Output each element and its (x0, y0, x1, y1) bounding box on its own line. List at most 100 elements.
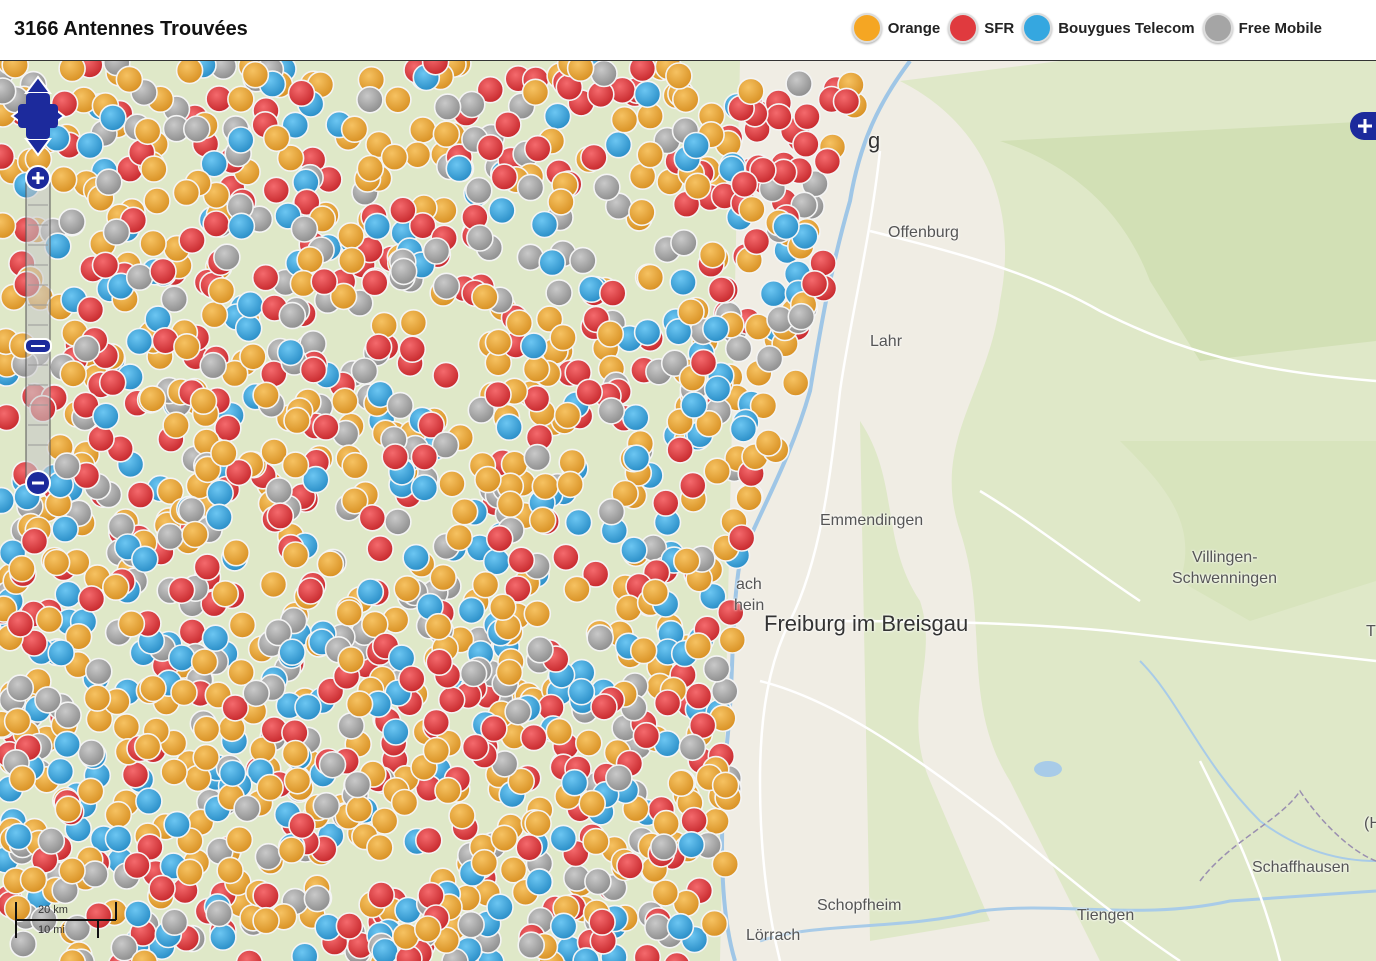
orange-antenna-marker[interactable] (496, 490, 525, 519)
orange-antenna-marker[interactable] (331, 387, 359, 416)
sfr-antenna-marker[interactable] (727, 524, 756, 552)
orange-antenna-marker[interactable] (227, 85, 255, 114)
orange-antenna-marker[interactable] (610, 105, 639, 134)
orange-antenna-marker[interactable] (49, 165, 78, 194)
orange-antenna-marker[interactable] (190, 648, 219, 676)
orange-antenna-marker[interactable] (384, 85, 412, 114)
sfr-antenna-marker[interactable] (588, 908, 616, 936)
free-antenna-marker[interactable] (605, 764, 633, 792)
orange-antenna-marker[interactable] (283, 766, 312, 795)
bouygues-antenna-marker[interactable] (759, 279, 788, 308)
free-antenna-marker[interactable] (233, 794, 261, 823)
bouygues-antenna-marker[interactable] (772, 212, 800, 241)
bouygues-antenna-marker[interactable] (234, 314, 263, 343)
free-antenna-marker[interactable] (755, 344, 784, 373)
bouygues-antenna-marker[interactable] (76, 131, 104, 160)
free-antenna-marker[interactable] (787, 302, 816, 331)
sfr-antenna-marker[interactable] (490, 163, 519, 191)
orange-antenna-marker[interactable] (429, 563, 458, 592)
sfr-antenna-marker[interactable] (689, 348, 718, 377)
sfr-antenna-marker[interactable] (358, 503, 387, 532)
free-antenna-marker[interactable] (457, 910, 485, 939)
orange-antenna-marker[interactable] (133, 732, 162, 761)
orange-antenna-marker[interactable] (698, 241, 727, 269)
bouygues-antenna-marker[interactable] (620, 536, 648, 564)
free-antenna-marker[interactable] (702, 655, 731, 683)
bouygues-antenna-marker[interactable] (402, 543, 430, 572)
orange-antenna-marker[interactable] (549, 323, 577, 352)
sfr-antenna-marker[interactable] (123, 851, 151, 880)
bouygues-antenna-marker[interactable] (729, 415, 758, 443)
sfr-antenna-marker[interactable] (149, 257, 177, 286)
sfr-antenna-marker[interactable] (515, 833, 544, 862)
orange-antenna-marker[interactable] (413, 915, 442, 943)
bouygues-antenna-marker[interactable] (131, 545, 159, 574)
free-antenna-marker[interactable] (422, 237, 451, 265)
bouygues-antenna-marker[interactable] (519, 332, 548, 360)
orange-antenna-marker[interactable] (216, 856, 244, 885)
sfr-antenna-marker[interactable] (167, 576, 196, 605)
sfr-antenna-marker[interactable] (299, 356, 328, 384)
bouygues-antenna-marker[interactable] (294, 693, 322, 722)
bouygues-antenna-marker[interactable] (538, 248, 567, 277)
bouygues-antenna-marker[interactable] (633, 80, 662, 109)
free-antenna-marker[interactable] (160, 908, 189, 937)
free-antenna-marker[interactable] (384, 508, 412, 536)
orange-antenna-marker[interactable] (172, 178, 201, 207)
orange-antenna-marker[interactable] (262, 124, 291, 153)
bouygues-antenna-marker[interactable] (633, 318, 662, 347)
orange-antenna-marker[interactable] (667, 769, 695, 798)
orange-antenna-marker[interactable] (672, 547, 701, 575)
free-antenna-marker[interactable] (254, 842, 283, 871)
orange-antenna-marker[interactable] (628, 198, 656, 227)
free-antenna-marker[interactable] (517, 931, 546, 960)
orange-antenna-marker[interactable] (115, 65, 144, 94)
orange-antenna-marker[interactable] (35, 605, 64, 634)
sfr-antenna-marker[interactable] (251, 263, 280, 292)
free-antenna-marker[interactable] (356, 85, 384, 114)
orange-antenna-marker[interactable] (42, 548, 71, 577)
free-antenna-marker[interactable] (459, 659, 488, 688)
orange-antenna-marker[interactable] (337, 645, 365, 674)
sfr-antenna-marker[interactable] (632, 721, 661, 750)
free-antenna-marker[interactable] (85, 657, 113, 686)
sfr-antenna-marker[interactable] (832, 87, 861, 116)
orange-antenna-marker[interactable] (59, 360, 87, 388)
bouygues-antenna-marker[interactable] (445, 154, 474, 183)
orange-antenna-marker[interactable] (563, 575, 591, 604)
orange-antenna-marker[interactable] (281, 541, 310, 569)
free-antenna-marker[interactable] (290, 215, 319, 243)
sfr-antenna-marker[interactable] (575, 378, 604, 407)
orange-antenna-marker[interactable] (277, 836, 306, 864)
orange-antenna-marker[interactable] (641, 578, 670, 607)
sfr-antenna-marker[interactable] (680, 806, 708, 835)
orange-antenna-marker[interactable] (138, 385, 167, 413)
bouygues-antenna-marker[interactable] (701, 315, 730, 343)
orange-antenna-marker[interactable] (173, 332, 201, 361)
sfr-antenna-marker[interactable] (678, 471, 707, 500)
free-antenna-marker[interactable] (53, 452, 81, 480)
orange-antenna-marker[interactable] (58, 856, 86, 885)
orange-antenna-marker[interactable] (399, 308, 428, 337)
sfr-antenna-marker[interactable] (288, 811, 316, 840)
orange-antenna-marker[interactable] (345, 690, 374, 718)
orange-antenna-marker[interactable] (207, 277, 236, 305)
orange-antenna-marker[interactable] (211, 579, 239, 608)
orange-antenna-marker[interactable] (189, 387, 218, 416)
free-antenna-marker[interactable] (584, 867, 612, 896)
orange-antenna-marker[interactable] (484, 328, 513, 357)
orange-antenna-marker[interactable] (356, 154, 385, 183)
bouygues-antenna-marker[interactable] (525, 868, 554, 896)
orange-antenna-marker[interactable] (474, 465, 502, 494)
orange-antenna-marker[interactable] (422, 736, 451, 765)
bouygues-antenna-marker[interactable] (291, 942, 319, 961)
orange-antenna-marker[interactable] (139, 229, 167, 258)
orange-antenna-marker[interactable] (470, 848, 499, 877)
orange-antenna-marker[interactable] (629, 636, 658, 665)
sfr-antenna-marker[interactable] (765, 103, 793, 131)
bouygues-antenna-marker[interactable] (669, 268, 697, 297)
sfr-antenna-marker[interactable] (77, 585, 106, 613)
bouygues-antenna-marker[interactable] (206, 479, 234, 508)
orange-antenna-marker[interactable] (228, 611, 257, 639)
free-antenna-marker[interactable] (678, 733, 707, 762)
